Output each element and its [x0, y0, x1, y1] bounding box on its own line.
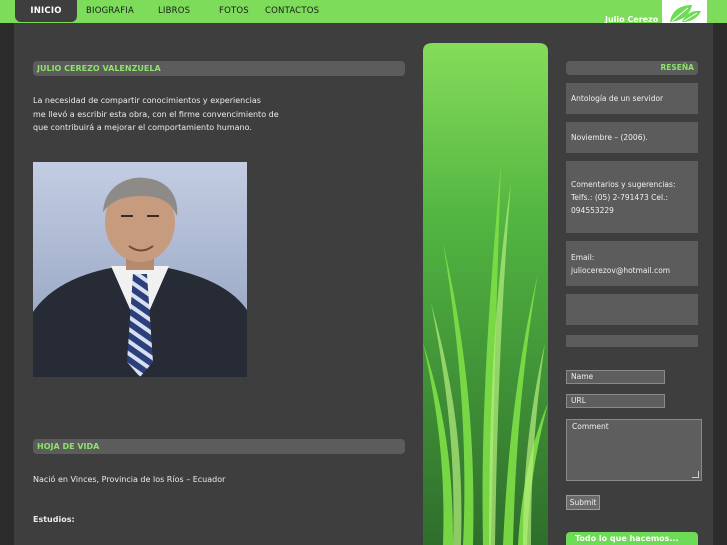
sidebar-box-date: Noviembre – (2006). — [566, 122, 698, 153]
cv-heading: HOJA DE VIDA — [33, 439, 405, 454]
intro-text: La necesidad de compartir conocimientos … — [33, 94, 279, 135]
sidebar-box-email: Email: juliocerezov@hotmail.com — [566, 241, 698, 286]
quote-box: Todo lo que hacemos... — [566, 532, 698, 545]
sidebar-text: Comentarios y sugerencias: — [571, 179, 676, 189]
nav-item-fotos[interactable]: FOTOS — [219, 0, 249, 22]
submit-button[interactable]: Submit — [566, 495, 600, 510]
comment-textarea[interactable]: Comment — [566, 419, 702, 481]
name-input[interactable]: Name — [566, 370, 665, 384]
sidebar-text: Antología de un servidor — [571, 94, 664, 103]
nav-item-contactos[interactable]: CONTACTOS — [265, 0, 319, 22]
sidebar-text: Noviembre – (2006). — [571, 133, 648, 142]
nav-item-libros[interactable]: LIBROS — [158, 0, 190, 22]
sidebar-text: 094553229 — [571, 205, 614, 215]
sidebar-text: Email: — [571, 252, 595, 262]
sidebar-text: Telfs.: (05) 2-791473 Cel.: — [571, 192, 668, 202]
intro-line: me llevó a escribir esta obra, con el fi… — [33, 109, 279, 119]
intro-heading: JULIO CEREZO VALENZUELA — [33, 61, 405, 76]
sidebar-box-contact: Comentarios y sugerencias: Telfs.: (05) … — [566, 161, 698, 233]
intro-line: La necesidad de compartir conocimientos … — [33, 96, 261, 105]
author-photo — [33, 162, 247, 377]
comment-placeholder: Comment — [572, 422, 609, 431]
studies-label: Estudios: — [33, 515, 75, 524]
grass-banner — [423, 43, 548, 545]
url-input[interactable]: URL — [566, 394, 665, 408]
sidebar-text: juliocerezov@hotmail.com — [571, 265, 671, 275]
sidebar-heading: RESEÑA — [566, 61, 698, 75]
sidebar-box-book: Antología de un servidor — [566, 83, 698, 114]
intro-line: que contribuirá a mejorar el comportamie… — [33, 123, 252, 132]
birth-text: Nació en Vinces, Provincia de los Ríos –… — [33, 475, 226, 484]
sidebar-box-empty — [566, 294, 698, 325]
nav-item-inicio[interactable]: INICIO — [15, 0, 77, 22]
resize-handle-icon[interactable] — [692, 471, 699, 478]
sidebar-box-empty — [566, 335, 698, 347]
nav-item-biografia[interactable]: BIOGRAFIA — [86, 0, 134, 22]
top-nav-bar: INICIO BIOGRAFIA LIBROS FOTOS CONTACTOS … — [0, 0, 727, 24]
